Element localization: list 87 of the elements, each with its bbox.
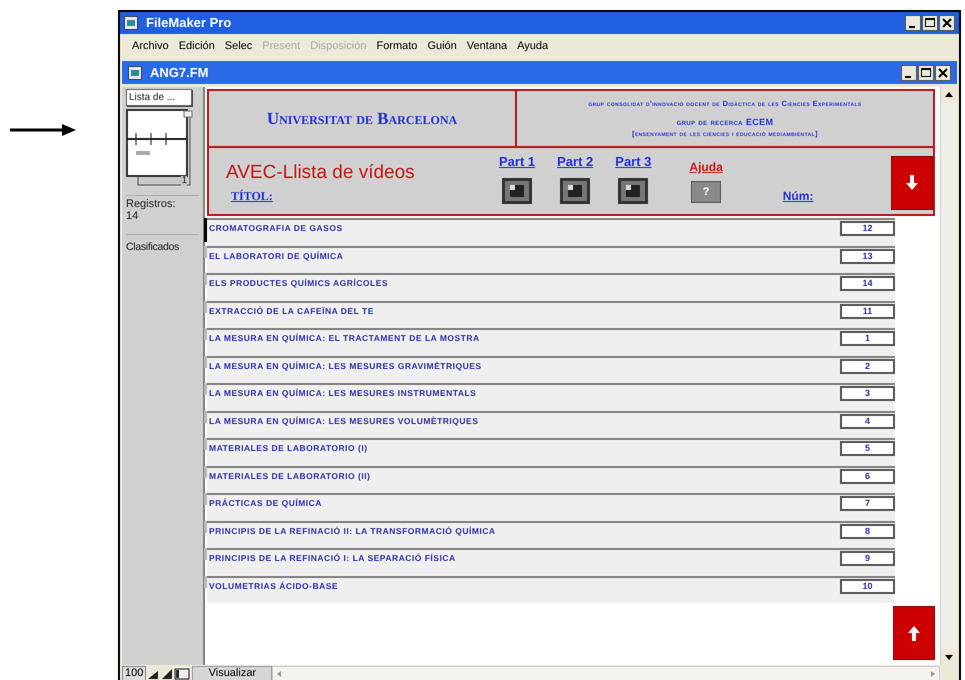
records-label: Registros: (126, 198, 177, 210)
record-row[interactable]: EXTRACCIÓ DE LA CAFEÏNA DEL TE 11 (207, 300, 895, 328)
video-title: MATERIALES DE LABORATORIO (I) (209, 442, 368, 455)
number-sort-link[interactable]: Núm: (782, 187, 814, 205)
layout-menu-button[interactable]: Lista de ... (126, 89, 192, 106)
part-link[interactable]: Part 2 (557, 154, 594, 170)
document-title: ANG7.FM (150, 64, 210, 82)
down-arrow-icon (906, 175, 918, 191)
minimize-icon[interactable] (901, 64, 917, 80)
scroll-down-button[interactable] (891, 156, 933, 210)
video-number-field[interactable]: 12 (840, 221, 895, 236)
university-name: Universitat de Barcelona (266, 108, 458, 130)
video-number-field[interactable]: 9 (840, 551, 895, 566)
page-number: 1 (181, 176, 187, 186)
part-link[interactable]: Part 1 (499, 154, 536, 170)
record-row[interactable]: VOLUMETRIAS ÁCIDO-BASE 10 (207, 576, 895, 603)
video-number-field[interactable]: 4 (840, 414, 895, 428)
video-title: LA MESURA EN QUÍMICA: EL TRACTAMENT DE LA MOSTRA (209, 332, 480, 345)
maximize-icon[interactable] (922, 15, 938, 31)
menu-item[interactable]: Archivo (132, 38, 169, 54)
record-row[interactable]: MATERIALES DE LABORATORIO (I) 5 (207, 438, 895, 466)
video-title: PRINCIPIS DE LA REFINACIÓ I: LA SEPARACIÓ FÍSICA (209, 552, 456, 565)
video-number-field[interactable]: 6 (840, 468, 895, 484)
video-number-field[interactable]: 3 (840, 386, 895, 401)
video-title: EXTRACCIÓ DE LA CAFEÏNA DEL TE (209, 304, 374, 318)
video-number-field[interactable]: 13 (840, 248, 895, 264)
research-group-text: grup de recerca ECEM (676, 116, 774, 126)
video-number-field[interactable]: 2 (840, 358, 895, 374)
part-link[interactable]: Part 3 (615, 154, 652, 170)
video-title: EL LABORATORI DE QUÍMICA (209, 250, 344, 262)
video-number-field[interactable]: 8 (840, 524, 895, 538)
maximize-icon[interactable] (918, 64, 934, 80)
video-title: MATERIALES DE LABORATORIO (II) (209, 470, 370, 482)
part-button-icon[interactable] (618, 178, 648, 204)
record-row[interactable]: PRÁCTICAS DE QUÍMICA 7 (207, 493, 895, 520)
menu-item[interactable]: Ventana (466, 38, 508, 54)
menu-item[interactable]: Guión (427, 38, 457, 54)
help-link[interactable]: Ajuda (689, 158, 723, 176)
zoom-level[interactable]: 100 (122, 666, 146, 680)
window-title: FileMaker Pro (146, 14, 232, 32)
part-button-icon[interactable] (560, 178, 590, 204)
record-row[interactable]: LA MESURA EN QUÍMICA: EL TRACTAMENT DE LA MOSTRA 1 (207, 328, 895, 356)
scroll-up-button[interactable] (893, 606, 935, 660)
horizontal-scrollbar[interactable] (272, 666, 940, 680)
record-row[interactable]: MATERIALES DE LABORATORIO (II) 6 (207, 466, 895, 493)
record-row[interactable]: PRINCIPIS DE LA REFINACIÓ I: LA SEPARACIÓ FÍSICA 9 (207, 548, 895, 576)
close-icon[interactable] (939, 15, 955, 31)
video-number-field[interactable]: 1 (840, 331, 895, 346)
record-row[interactable]: ELS PRODUCTES QUÍMICS AGRÍCOLES 14 (207, 273, 895, 300)
menu-item[interactable]: Selec (224, 38, 252, 54)
records-count: 14 (126, 210, 140, 222)
list-title: AVEC-Llista de vídeos (226, 162, 416, 184)
menu-item[interactable]: Edición (178, 38, 215, 54)
book-icon[interactable] (126, 109, 194, 187)
mode-selector[interactable]: Visualizar (192, 666, 272, 680)
close-icon[interactable] (935, 64, 951, 80)
video-title: LA MESURA EN QUÍMICA: LES MESURES GRAVIMÈTRIQUES (209, 360, 482, 372)
record-row[interactable]: LA MESURA EN QUÍMICA: LES MESURES VOLUMÈTRIQUES 4 (207, 410, 895, 438)
sort-status: Clasificados (126, 240, 180, 255)
app-icon (124, 16, 138, 30)
up-arrow-icon (908, 625, 920, 641)
video-title: VOLUMETRIAS ÁCIDO-BASE (209, 580, 338, 592)
arrow-icon (10, 124, 76, 136)
document-icon (128, 66, 142, 80)
part-button-icon[interactable] (502, 178, 532, 204)
record-row[interactable]: LA MESURA EN QUÍMICA: LES MESURES INSTRUMENTALS 3 (207, 383, 895, 410)
vertical-scrollbar[interactable] (940, 87, 957, 665)
title-sort-link[interactable]: TÍTOL: (231, 187, 273, 205)
record-row[interactable]: EL LABORATORI DE QUÍMICA 13 (207, 246, 895, 273)
video-title: CROMATOGRAFIA DE GASOS (209, 222, 343, 235)
video-title: LA MESURA EN QUÍMICA: LES MESURES VOLUMÈTRIQUES (209, 414, 478, 428)
video-title: PRINCIPIS DE LA REFINACIÓ II: LA TRANSFORMACIÓ QUÍMICA (209, 524, 496, 538)
video-number-field[interactable]: 7 (840, 496, 895, 511)
record-row[interactable]: LA MESURA EN QUÍMICA: LES MESURES GRAVIMÈTRIQUES 2 (207, 356, 895, 383)
video-number-field[interactable]: 5 (840, 441, 895, 456)
menu-item[interactable]: Formato (376, 38, 418, 54)
minimize-icon[interactable] (905, 15, 921, 31)
video-title: LA MESURA EN QUÍMICA: LES MESURES INSTRUMENTALS (209, 387, 476, 400)
video-title: ELS PRODUCTES QUÍMICS AGRÍCOLES (209, 277, 388, 290)
video-number-field[interactable]: 10 (840, 578, 895, 594)
video-number-field[interactable]: 14 (840, 276, 895, 291)
video-title: PRÁCTICAS DE QUÍMICA (209, 497, 322, 510)
status-toggle-icon[interactable] (174, 666, 190, 680)
menu-item[interactable]: Ayuda (517, 38, 548, 54)
record-row[interactable]: CROMATOGRAFIA DE GASOS 12 (207, 218, 895, 246)
video-number-field[interactable]: 11 (840, 304, 895, 318)
record-row[interactable]: PRINCIPIS DE LA REFINACIÓ II: LA TRANSFORMACIÓ QUÍMICA 8 (207, 520, 895, 548)
